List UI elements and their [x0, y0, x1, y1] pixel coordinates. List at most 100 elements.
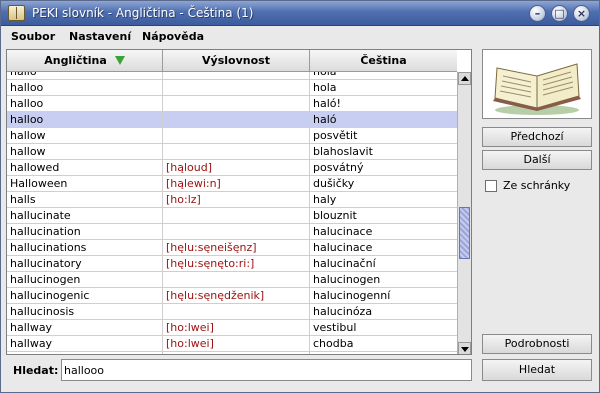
czech-cell: halucinogen	[313, 273, 381, 286]
sort-descending-icon	[114, 56, 125, 65]
table-row[interactable]: halloo hola	[7, 80, 457, 96]
book-app-icon	[8, 5, 25, 21]
czech-cell: halucinační	[313, 257, 376, 270]
menu-bar: Soubor Nastavení Nápověda	[1, 27, 599, 46]
pronunciation-cell	[163, 128, 310, 144]
clipboard-checkbox-label: Ze schránky	[503, 179, 571, 192]
table-row[interactable]: hallucination halucinace	[7, 224, 457, 240]
table-row[interactable]: halls [ho:lz] haly	[7, 192, 457, 208]
czech-cell: dušičky	[313, 177, 355, 190]
english-cell: hallucinations	[7, 240, 163, 256]
czech-cell: hala	[310, 352, 457, 354]
search-input[interactable]	[61, 359, 472, 381]
english-cell: hallucinogenic	[7, 288, 163, 304]
table-row[interactable]: halloo haló!	[7, 96, 457, 112]
czech-cell: halucinóza	[313, 305, 373, 318]
czech-cell: halucinogenní	[313, 289, 391, 302]
menu-file[interactable]: Soubor	[11, 30, 55, 43]
title-bar[interactable]: PEKI slovník - Angličtina - Čeština (1) …	[1, 1, 599, 26]
column-header-czech[interactable]: Čeština	[310, 50, 457, 71]
details-button[interactable]: Podrobnosti	[482, 334, 592, 354]
table-row[interactable]: hallway[ho:lwei]hala	[7, 352, 457, 354]
pronunciation-cell: [ho:lz]	[163, 192, 310, 208]
pronunciation-cell	[163, 272, 310, 288]
english-cell: hallucinatory	[7, 256, 163, 272]
window-title: PEKI slovník - Angličtina - Čeština (1)	[32, 6, 254, 20]
english-cell: hallucination	[7, 224, 163, 240]
czech-cell: blahoslavit	[313, 145, 373, 158]
dictionary-window: PEKI slovník - Angličtina - Čeština (1) …	[0, 0, 600, 393]
pronunciation-cell: [hęlu:sęneišęnz]	[163, 240, 310, 256]
pronunciation-cell	[163, 96, 310, 112]
search-button[interactable]: Hledat	[482, 359, 592, 381]
czech-cell: hola	[313, 81, 337, 94]
table-row[interactable]: hallway [ho:lwei] vestibul	[7, 320, 457, 336]
english-cell: hallow	[7, 144, 163, 160]
english-cell: hallow	[7, 128, 163, 144]
table-row[interactable]: hallucinogenic [hęlu:sęnędženik] halucinog…	[7, 288, 457, 304]
table-row[interactable]: hallucinogen halucinogen	[7, 272, 457, 288]
scroll-up-arrow[interactable]	[458, 72, 471, 85]
english-cell: hallucinosis	[7, 304, 163, 320]
czech-cell: posvátný	[313, 161, 364, 174]
open-book-icon	[493, 63, 581, 115]
czech-cell: halucinace	[313, 241, 373, 254]
pronunciation-cell	[163, 304, 310, 320]
pronunciation-cell	[163, 72, 310, 80]
column-header-english-label: Angličtina	[44, 54, 107, 67]
english-cell: hallway	[7, 320, 163, 336]
scroll-down-arrow[interactable]	[458, 342, 471, 354]
dictionary-image	[482, 49, 592, 119]
pronunciation-cell: [hąlewi:n]	[163, 176, 310, 192]
table-row[interactable]: hallucinosis halucinóza	[7, 304, 457, 320]
table-row[interactable]: Halloween [hąlewi:n] dušičky	[7, 176, 457, 192]
menu-settings[interactable]: Nastavení	[69, 30, 131, 43]
table-row[interactable]: hallow blahoslavit	[7, 144, 457, 160]
czech-cell: blouznit	[313, 209, 357, 222]
pronunciation-cell: [hęlu:sęnędženik]	[163, 288, 310, 304]
column-header-english[interactable]: Angličtina	[7, 50, 163, 71]
english-cell: hallway	[7, 352, 163, 354]
table-row[interactable]: hallucinations [hęlu:sęneišęnz] halucinace	[7, 240, 457, 256]
pronunciation-cell	[163, 112, 310, 128]
pronunciation-cell	[163, 144, 310, 160]
menu-help[interactable]: Nápověda	[142, 30, 204, 43]
close-button[interactable]: ×	[573, 5, 590, 22]
pronunciation-cell: [ho:lwei]	[163, 320, 310, 336]
czech-cell: haly	[313, 193, 337, 206]
english-cell: hallway	[7, 336, 163, 352]
maximize-button[interactable]: □	[551, 5, 568, 22]
table-row[interactable]: hallowed [hąloud] posvátný	[7, 160, 457, 176]
table-header: Angličtina Výslovnost Čeština	[7, 50, 457, 72]
english-cell: hallucinate	[7, 208, 163, 224]
table-row[interactable]: hallow posvětit	[7, 128, 457, 144]
vertical-scrollbar[interactable]	[457, 72, 471, 354]
table-body: hallo hola halloo hola halloo haló! halloo haló…	[7, 72, 457, 354]
czech-cell: halucinace	[313, 225, 373, 238]
english-cell: halloo	[7, 80, 163, 96]
table-row[interactable]: hallucinate blouznit	[7, 208, 457, 224]
column-header-pronunciation[interactable]: Výslovnost	[163, 50, 310, 71]
czech-cell: haló	[313, 113, 337, 126]
english-cell: Halloween	[7, 176, 163, 192]
pronunciation-cell: [ho:lwei]	[163, 352, 310, 354]
scroll-thumb[interactable]	[459, 207, 470, 259]
english-cell: halloo	[7, 96, 163, 112]
previous-button[interactable]: Předchozí	[482, 127, 592, 147]
minimize-button[interactable]: –	[529, 5, 546, 22]
table-row[interactable]: hallway [ho:lwei] chodba	[7, 336, 457, 352]
table-row[interactable]: hallucinatory [hęlu:sęnęto:ri:] halucinačn…	[7, 256, 457, 272]
arrow-down-icon	[461, 347, 469, 352]
clipboard-checkbox[interactable]	[485, 180, 497, 192]
table-row[interactable]: halloo haló	[7, 112, 457, 128]
arrow-up-icon	[461, 76, 469, 81]
czech-cell: vestibul	[313, 321, 357, 334]
english-cell: hallucinogen	[7, 272, 163, 288]
next-button[interactable]: Další	[482, 150, 592, 170]
english-cell: hallo	[7, 72, 163, 80]
pronunciation-cell	[163, 224, 310, 240]
english-cell: hallowed	[7, 160, 163, 176]
search-label: Hledat:	[13, 364, 59, 377]
czech-cell: hola	[310, 72, 457, 80]
table-row[interactable]: hallo hola	[7, 72, 457, 80]
